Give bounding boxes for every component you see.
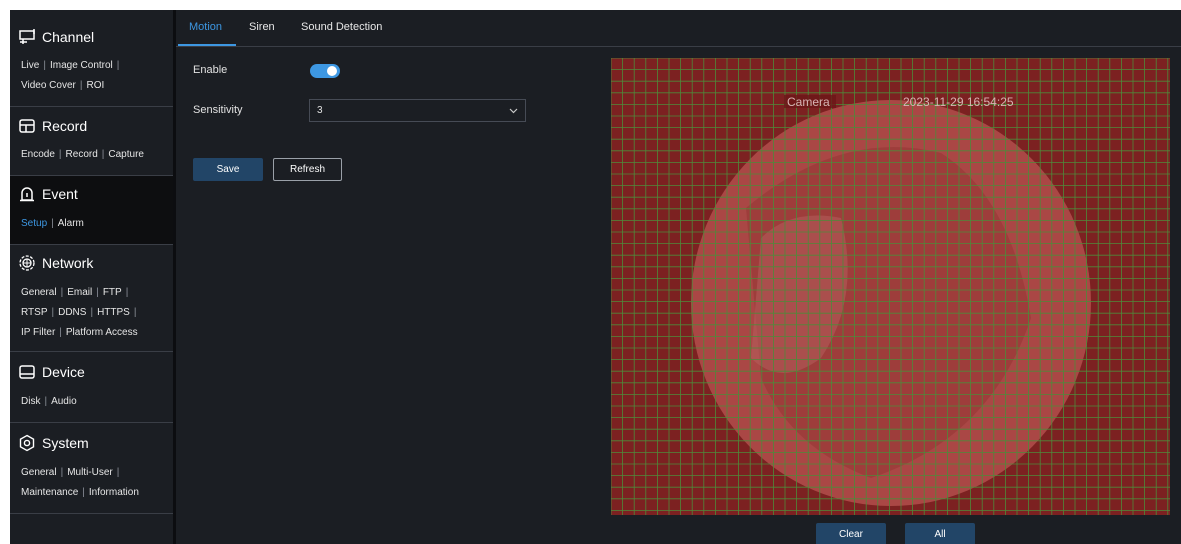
motion-area-preview[interactable]: Camera 2023-11-29 16:54:25: [611, 58, 1170, 515]
tab-siren[interactable]: Siren: [249, 21, 275, 33]
separator: |: [82, 487, 85, 498]
sidebar-item-live[interactable]: Live: [21, 60, 39, 71]
device-icon: [19, 365, 35, 379]
separator: |: [79, 80, 83, 91]
sidebar-header-event[interactable]: Event: [18, 181, 78, 207]
sidebar-section-event: Event Setup | Alarm: [10, 176, 173, 245]
tab-bar: Motion Siren Sound Detection: [176, 10, 1181, 47]
sidebar-item-information[interactable]: Information: [89, 487, 139, 498]
sidebar-title-network: Network: [42, 255, 94, 271]
active-tab-indicator: [178, 44, 236, 46]
sidebar-item-ftp[interactable]: FTP: [103, 287, 122, 298]
sidebar-item-image-control[interactable]: Image Control: [50, 60, 113, 71]
sidebar-item-multi-user[interactable]: Multi-User: [67, 467, 113, 478]
sidebar-item-video-cover[interactable]: Video Cover: [21, 80, 76, 91]
sidebar-title-event: Event: [42, 186, 78, 202]
sidebar-item-record[interactable]: Record: [66, 149, 98, 160]
sidebar-item-ddns[interactable]: DDNS: [58, 307, 86, 318]
save-button[interactable]: Save: [193, 158, 263, 181]
sidebar-item-audio[interactable]: Audio: [51, 396, 77, 407]
sensitivity-select[interactable]: 3: [309, 99, 526, 122]
separator: |: [90, 307, 94, 318]
separator: |: [125, 287, 129, 298]
sidebar-subitems: Setup | Alarm: [21, 217, 84, 231]
camera-timestamp: 2023-11-29 16:54:25: [903, 95, 1014, 109]
sidebar-subitems: Live | Image Control |: [21, 59, 123, 73]
sensitivity-label: Sensitivity: [193, 104, 243, 116]
sidebar-item-encode[interactable]: Encode: [21, 149, 55, 160]
separator: |: [58, 149, 62, 160]
separator: |: [51, 218, 54, 229]
chevron-down-icon: [509, 108, 518, 114]
sidebar-item-setup[interactable]: Setup: [21, 218, 47, 229]
sidebar-section-channel: Channel Live | Image Control | Video Cover |…: [10, 10, 173, 107]
enable-label: Enable: [193, 64, 228, 76]
separator: |: [101, 149, 105, 160]
sidebar-item-general[interactable]: General: [21, 467, 57, 478]
sidebar-subitems: Maintenance | Information: [21, 486, 139, 500]
sidebar-subitems: General | Email | FTP |: [21, 286, 132, 300]
sidebar-subitems: IP Filter | Platform Access: [21, 326, 138, 340]
separator: |: [96, 287, 99, 298]
separator: |: [59, 327, 62, 338]
record-icon: [19, 119, 35, 133]
sidebar-item-capture[interactable]: Capture: [108, 149, 144, 160]
sidebar-title-record: Record: [42, 118, 88, 134]
separator: |: [116, 60, 120, 71]
sidebar-item-maintenance[interactable]: Maintenance: [21, 487, 78, 498]
sidebar-header-channel[interactable]: Channel: [18, 24, 94, 50]
sidebar-item-roi[interactable]: ROI: [86, 80, 104, 91]
sidebar-section-system: System General | Multi-User | Maintenance | I…: [10, 423, 173, 514]
select-all-button[interactable]: All: [905, 523, 975, 544]
sidebar-header-network[interactable]: Network: [18, 250, 93, 276]
tab-sound-detection[interactable]: Sound Detection: [301, 21, 382, 33]
separator: |: [51, 307, 55, 318]
motion-grid-canvas[interactable]: Camera 2023-11-29 16:54:25: [611, 58, 1170, 515]
sidebar-item-disk[interactable]: Disk: [21, 396, 40, 407]
sidebar-title-system: System: [42, 435, 89, 451]
network-icon: [19, 255, 35, 271]
sidebar-subitems: RTSP | DDNS | HTTPS |: [21, 306, 140, 320]
sidebar-subitems: Disk | Audio: [21, 395, 77, 409]
separator: |: [44, 396, 48, 407]
sidebar-section-network: Network General | Email | FTP | RTSP | DDNS | HTT…: [10, 245, 173, 352]
separator: |: [43, 60, 46, 71]
sidebar-item-email[interactable]: Email: [67, 287, 92, 298]
motion-overlay: [611, 58, 1170, 515]
tab-motion[interactable]: Motion: [189, 21, 222, 33]
event-icon: [20, 187, 34, 202]
sidebar-subitems: Encode | Record | Capture: [21, 148, 144, 162]
app-window: Channel Live | Image Control | Video Cover |…: [10, 10, 1181, 544]
enable-toggle[interactable]: [310, 64, 340, 78]
sidebar-item-ip-filter[interactable]: IP Filter: [21, 327, 55, 338]
toggle-knob: [327, 66, 337, 76]
sidebar-item-general[interactable]: General: [21, 287, 57, 298]
system-icon: [19, 434, 35, 452]
separator: |: [60, 287, 64, 298]
refresh-button[interactable]: Refresh: [273, 158, 342, 181]
sidebar-item-rtsp[interactable]: RTSP: [21, 307, 48, 318]
sidebar-header-record[interactable]: Record: [18, 113, 87, 139]
sidebar-header-device[interactable]: Device: [18, 359, 85, 385]
main-content: Motion Siren Sound Detection Enable Sens…: [176, 10, 1181, 544]
camera-label: Camera: [787, 95, 830, 109]
sidebar-item-alarm[interactable]: Alarm: [58, 218, 84, 229]
sidebar-item-platform-access[interactable]: Platform Access: [66, 327, 138, 338]
sidebar-subitems: General | Multi-User |: [21, 466, 123, 480]
sidebar-section-device: Device Disk | Audio: [10, 352, 173, 423]
sidebar: Channel Live | Image Control | Video Cover |…: [10, 10, 173, 544]
separator: |: [60, 467, 64, 478]
clear-button[interactable]: Clear: [816, 523, 886, 544]
sidebar-title-device: Device: [42, 364, 85, 380]
sidebar-subitems: Video Cover | ROI: [21, 79, 104, 93]
sidebar-section-record: Record Encode | Record | Capture: [10, 107, 173, 176]
sidebar-header-system[interactable]: System: [18, 430, 89, 456]
separator: |: [133, 307, 137, 318]
sidebar-title-channel: Channel: [42, 29, 95, 45]
channel-icon: [19, 29, 35, 44]
separator: |: [116, 467, 120, 478]
sensitivity-value: 3: [317, 105, 323, 116]
sidebar-item-https[interactable]: HTTPS: [97, 307, 130, 318]
